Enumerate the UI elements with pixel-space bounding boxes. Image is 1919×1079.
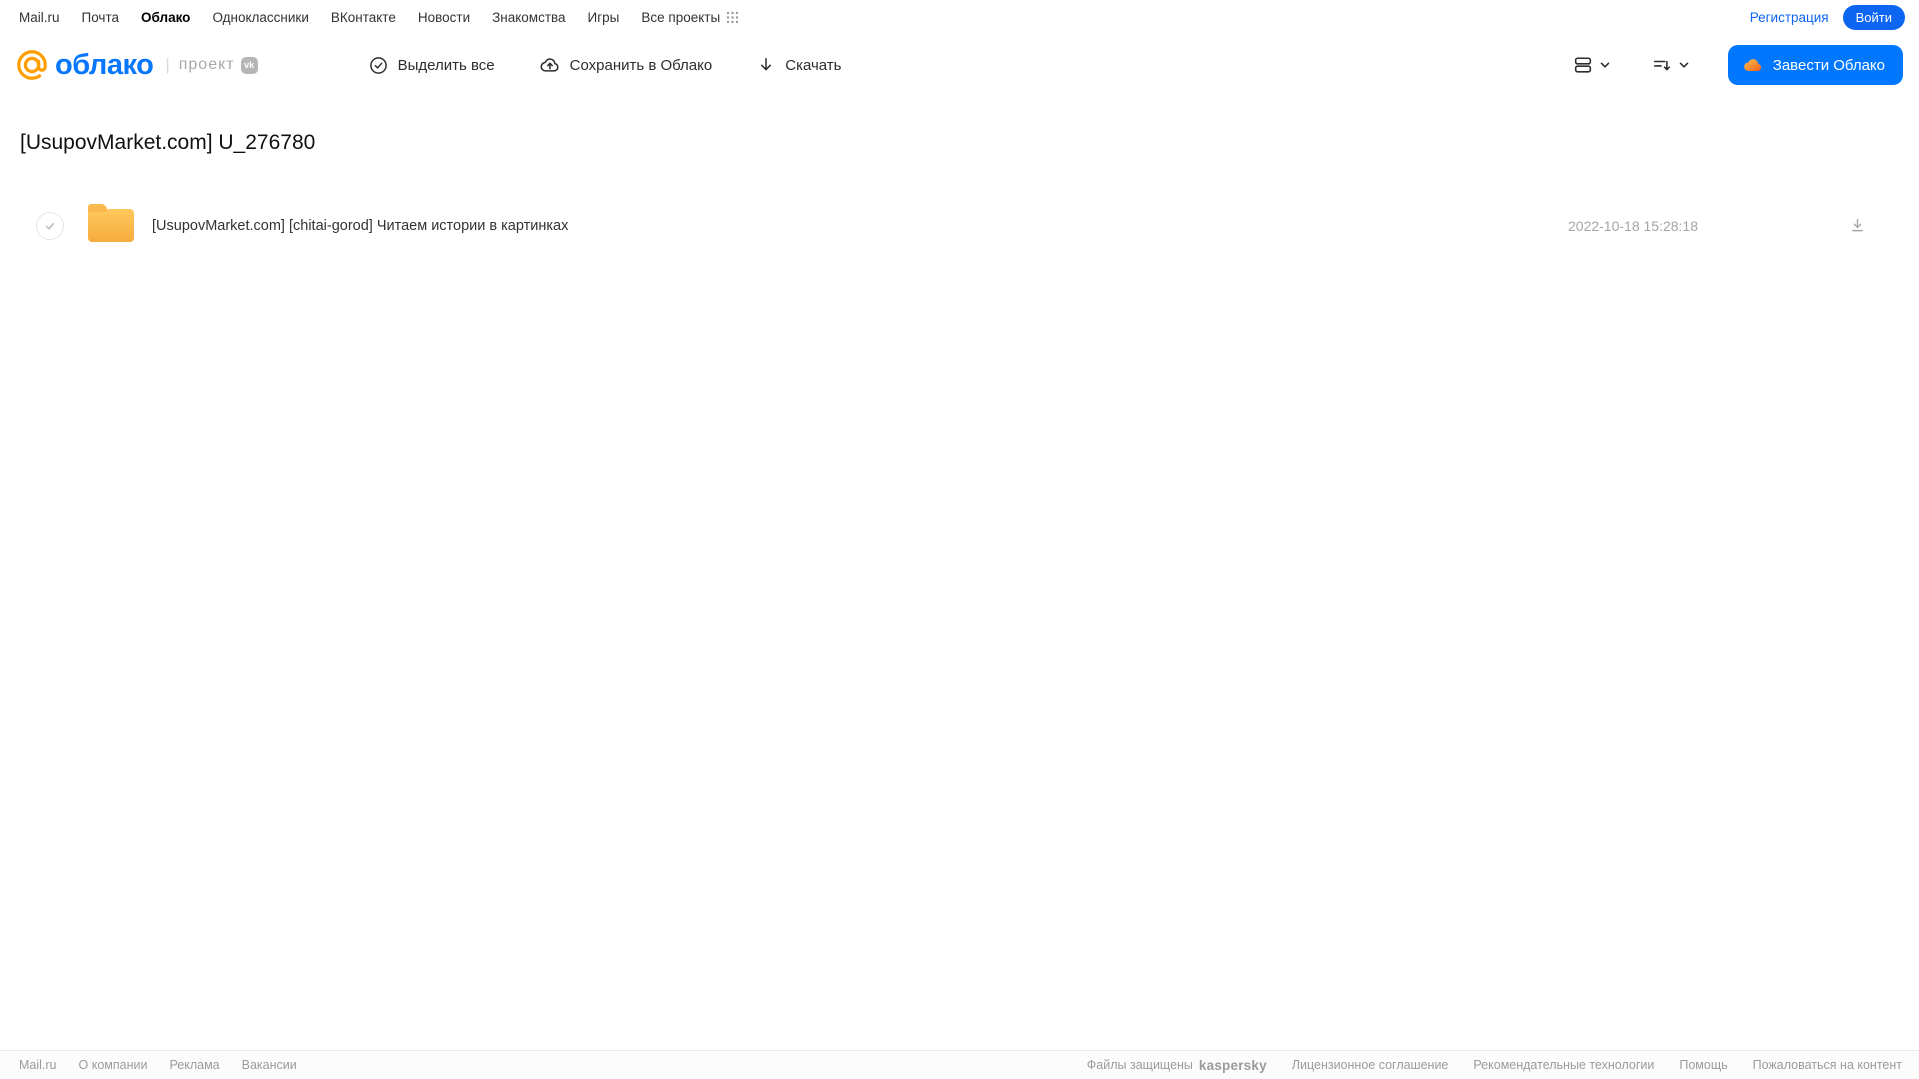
file-download-button[interactable] [1848,216,1867,235]
header-right: Завести Облако [1572,45,1903,85]
header: облако | проект vk Выделить все Сохранит… [0,32,1919,98]
grid-icon [726,11,739,24]
kaspersky-protected: Файлы защищены kaspersky [1087,1058,1267,1073]
protected-label: Файлы защищены [1086,1058,1193,1072]
nav-link-vse-proekty[interactable]: Все проекты [641,10,739,25]
vk-badge-icon: vk [240,56,258,74]
chevron-down-icon [1599,59,1611,71]
sort-icon [1651,54,1673,76]
file-name-link[interactable]: [UsupovMarket.com] [chitai-gorod] Читаем… [152,218,1568,234]
check-circle-icon [368,55,389,76]
nav-link-mailru[interactable]: Mail.ru [19,10,60,25]
nav-link-odnoklassniki[interactable]: Одноклассники [212,10,308,25]
file-row[interactable]: [UsupovMarket.com] [chitai-gorod] Читаем… [20,199,1899,252]
at-logo-icon [15,48,49,82]
select-all-button[interactable]: Выделить все [368,55,495,76]
footer-link-ads[interactable]: Реклама [169,1058,219,1072]
top-nav: Mail.ru Почта Облако Одноклассники ВКонт… [0,0,1919,32]
top-nav-links: Mail.ru Почта Облако Одноклассники ВКонт… [19,10,739,25]
check-icon [43,219,57,233]
footer-left-links: Mail.ru О компании Реклама Вакансии [19,1058,297,1072]
sort-button[interactable] [1651,54,1690,76]
footer-link-license[interactable]: Лицензионное соглашение [1292,1058,1449,1072]
file-date: 2022-10-18 15:28:18 [1568,217,1698,234]
nav-link-novosti[interactable]: Новости [418,10,470,25]
create-cloud-button[interactable]: Завести Облако [1727,45,1903,85]
download-icon [1848,216,1867,235]
footer-link-recommendation-tech[interactable]: Рекомендательные технологии [1473,1058,1654,1072]
nav-link-vkontakte[interactable]: ВКонтакте [331,10,396,25]
footer: Mail.ru О компании Реклама Вакансии Файл… [0,1050,1919,1079]
download-icon [756,55,776,75]
list-view-icon [1572,54,1594,76]
row-checkbox[interactable] [36,211,64,240]
top-nav-right: Регистрация Войти [1750,4,1905,30]
cloud-icon [1742,54,1764,76]
nav-link-znakomstva[interactable]: Знакомства [492,10,565,25]
footer-link-jobs[interactable]: Вакансии [242,1058,297,1072]
save-to-cloud-label: Сохранить в Облако [569,56,713,74]
chevron-down-icon [1678,59,1690,71]
cloud-logo[interactable]: облако | проект vk [15,48,258,82]
nav-link-oblako[interactable]: Облако [141,10,190,25]
login-button[interactable]: Войти [1842,4,1905,30]
cloud-upload-icon [539,54,561,76]
nav-link-igry[interactable]: Игры [588,10,620,25]
logo-wordmark: облако [55,48,154,81]
footer-right-links: Файлы защищены kaspersky Лицензионное со… [1087,1058,1902,1073]
save-to-cloud-button[interactable]: Сохранить в Облако [539,54,713,76]
view-mode-button[interactable] [1572,54,1611,76]
folder-icon [88,204,134,242]
page-title: [UsupovMarket.com] U_276780 [20,131,316,154]
download-label: Скачать [785,56,842,74]
project-label: проект [178,56,235,73]
nav-link-pochta[interactable]: Почта [82,10,120,25]
footer-link-report-content[interactable]: Пожаловаться на контент [1753,1058,1902,1072]
select-all-label: Выделить все [397,56,495,74]
registration-link[interactable]: Регистрация [1750,10,1829,25]
toolbar: Выделить все Сохранить в Облако Скачать [368,54,841,76]
create-cloud-label: Завести Облако [1772,56,1885,74]
nav-link-vse-proekty-label: Все проекты [641,9,721,25]
kaspersky-logo[interactable]: kaspersky [1199,1058,1267,1073]
download-button[interactable]: Скачать [756,55,841,75]
footer-link-mailru[interactable]: Mail.ru [19,1058,57,1072]
main-content: [UsupovMarket.com] U_276780 [UsupovMarke… [0,131,1919,252]
logo-separator: | [165,55,170,74]
footer-link-about[interactable]: О компании [79,1058,148,1072]
footer-link-help[interactable]: Помощь [1679,1058,1727,1072]
